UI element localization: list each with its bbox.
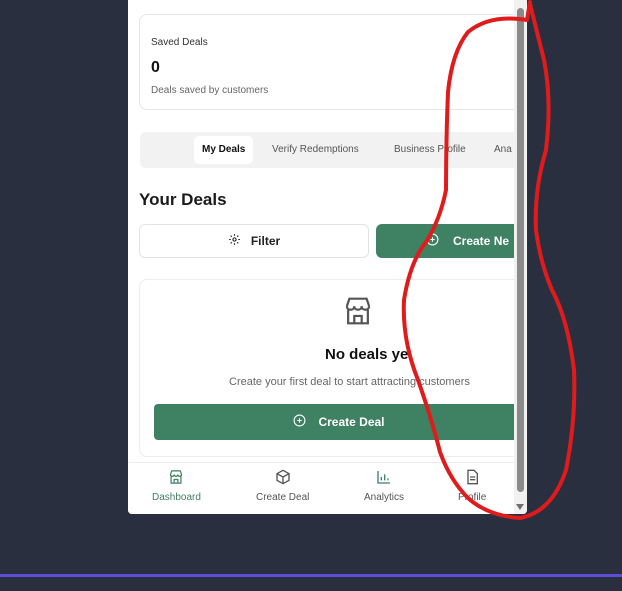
- tab-analytics[interactable]: Ana: [494, 132, 512, 168]
- nav-item-create-deal[interactable]: Create Deal: [256, 469, 309, 503]
- tab-my-deals[interactable]: My Deals: [194, 136, 254, 164]
- box-icon: [275, 469, 291, 488]
- store-icon: [343, 295, 373, 332]
- scroll-content: Saved Deals 0 Deals saved by customers M…: [128, 0, 514, 514]
- nav-label: Create Deal: [256, 492, 310, 503]
- create-new-deal-button[interactable]: Create Ne: [376, 224, 514, 258]
- document-icon: [464, 469, 480, 488]
- tab-bar: My Deals Verify Redemptions Business Pro…: [140, 132, 514, 168]
- tab-business-profile[interactable]: Business Profile: [394, 132, 466, 168]
- nav-item-analytics[interactable]: Analytics: [364, 469, 404, 503]
- nav-label: Analytics: [364, 492, 405, 503]
- bottom-nav: Dashboard Create Deal Analytics Profile: [128, 462, 514, 514]
- create-deal-label: Create Deal: [318, 415, 385, 429]
- empty-state-title: No deals ye: [325, 346, 409, 363]
- nav-label: Profile: [458, 492, 487, 503]
- stat-value: 0: [151, 59, 160, 76]
- app-window: Saved Deals 0 Deals saved by customers M…: [128, 0, 527, 514]
- stat-subtitle: Deals saved by customers: [151, 85, 269, 96]
- tab-verify-redemptions[interactable]: Verify Redemptions: [272, 132, 359, 168]
- filter-button[interactable]: Filter: [139, 224, 369, 258]
- plus-circle-icon: [426, 233, 439, 249]
- nav-label: Dashboard: [152, 492, 201, 503]
- saved-deals-card: Saved Deals 0 Deals saved by customers: [139, 14, 514, 110]
- filter-label: Filter: [250, 234, 281, 248]
- page-title: Your Deals: [139, 190, 227, 209]
- gear-icon: [228, 233, 241, 249]
- create-new-label: Create Ne: [453, 234, 510, 248]
- bottom-accent-line: [0, 574, 622, 577]
- nav-item-profile[interactable]: Profile: [458, 469, 486, 503]
- scroll-down-arrow-icon[interactable]: [516, 504, 524, 510]
- nav-item-dashboard[interactable]: Dashboard: [152, 469, 201, 503]
- create-deal-button[interactable]: Create Deal: [154, 404, 514, 440]
- scroll-thumb[interactable]: [517, 8, 524, 492]
- plus-circle-icon: [293, 414, 306, 430]
- empty-state-subtitle: Create your first deal to start attracti…: [229, 376, 470, 388]
- bar-chart-icon: [376, 471, 392, 488]
- vertical-scrollbar[interactable]: [514, 0, 527, 514]
- store-icon: [168, 470, 184, 488]
- stat-label: Saved Deals: [151, 37, 208, 48]
